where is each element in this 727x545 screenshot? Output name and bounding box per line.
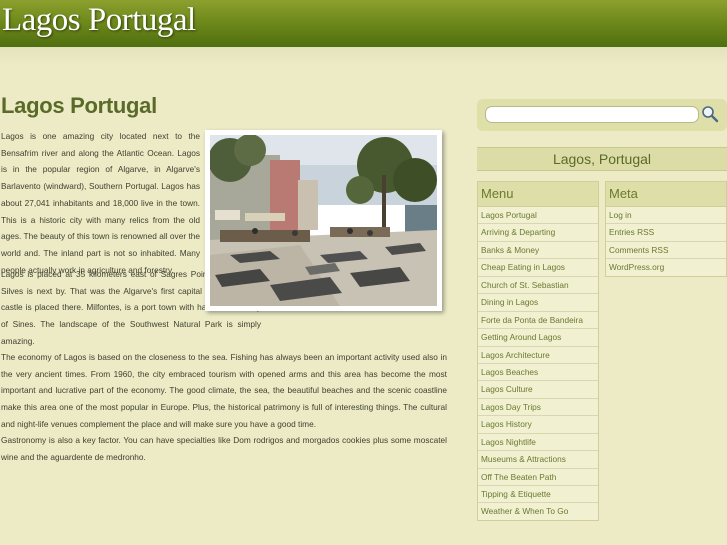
menu-item-banks-money[interactable]: Banks & Money <box>478 242 598 260</box>
menu-item-day-trips[interactable]: Lagos Day Trips <box>478 399 598 417</box>
header-shadow-bar <box>0 47 727 65</box>
post-photo-frame <box>205 130 442 311</box>
street-photo <box>210 135 437 306</box>
search-input[interactable] <box>485 106 699 123</box>
menu-item-dining[interactable]: Dining in Lagos <box>478 294 598 312</box>
meta-item-comments-rss[interactable]: Comments RSS <box>606 242 726 260</box>
menu-list: Lagos Portugal Arriving & Departing Bank… <box>478 207 598 520</box>
menu-item-nightlife[interactable]: Lagos Nightlife <box>478 434 598 452</box>
menu-item-off-beaten-path[interactable]: Off The Beaten Path <box>478 469 598 486</box>
search-icon[interactable] <box>701 105 719 123</box>
menu-item-tipping-etiquette[interactable]: Tipping & Etiquette <box>478 486 598 504</box>
menu-item-arriving-departing[interactable]: Arriving & Departing <box>478 224 598 242</box>
post-title: Lagos Portugal <box>1 93 157 118</box>
meta-widget-title: Meta <box>606 182 726 207</box>
menu-item-weather[interactable]: Weather & When To Go <box>478 503 598 519</box>
menu-item-culture[interactable]: Lagos Culture <box>478 381 598 399</box>
meta-widget: Meta Log in Entries RSS Comments RSS Wor… <box>605 181 727 277</box>
menu-widget-title: Menu <box>478 182 598 207</box>
menu-item-lagos-portugal[interactable]: Lagos Portugal <box>478 207 598 225</box>
search-box <box>477 99 727 131</box>
menu-item-architecture[interactable]: Lagos Architecture <box>478 347 598 364</box>
site-title[interactable]: Lagos Portugal <box>2 2 196 39</box>
meta-item-wordpress-org[interactable]: WordPress.org <box>606 259 726 275</box>
post-paragraph-1: Lagos is one amazing city located next t… <box>1 131 200 275</box>
meta-item-entries-rss[interactable]: Entries RSS <box>606 224 726 242</box>
site-header: Lagos Portugal <box>0 0 727 47</box>
menu-item-getting-around[interactable]: Getting Around Lagos <box>478 329 598 347</box>
menu-item-cheap-eating[interactable]: Cheap Eating in Lagos <box>478 259 598 277</box>
menu-widget: Menu Lagos Portugal Arriving & Departing… <box>477 181 599 521</box>
menu-item-beaches[interactable]: Lagos Beaches <box>478 364 598 382</box>
meta-list: Log in Entries RSS Comments RSS WordPres… <box>606 207 726 276</box>
sidebar-heading: Lagos, Portugal <box>477 147 727 171</box>
menu-item-history[interactable]: Lagos History <box>478 416 598 434</box>
menu-item-museums-attractions[interactable]: Museums & Attractions <box>478 451 598 469</box>
post-paragraph-3: The economy of Lagos is based on the clo… <box>1 352 447 429</box>
meta-item-log-in[interactable]: Log in <box>606 207 726 225</box>
menu-item-church-st-sebastian[interactable]: Church of St. Sebastian <box>478 277 598 295</box>
post-paragraph-4: Gastronomy is also a key factor. You can… <box>1 435 447 462</box>
menu-item-forte-ponta-bandeira[interactable]: Forte da Ponta de Bandeira <box>478 312 598 330</box>
